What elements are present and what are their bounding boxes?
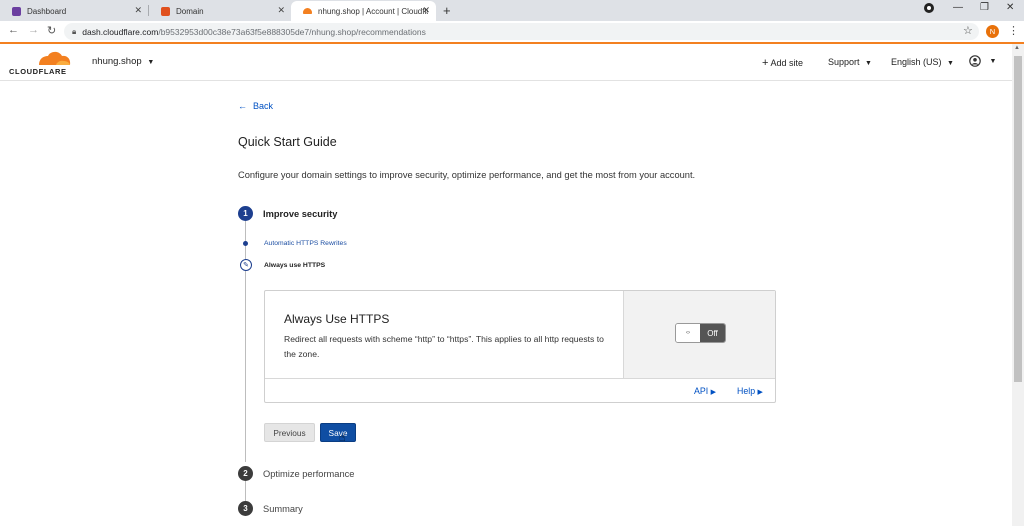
save-button[interactable]: Save <box>320 423 356 442</box>
step-label-optimize-performance[interactable]: Optimize performance <box>263 469 354 479</box>
support-label: Support <box>828 57 860 67</box>
plus-icon: + <box>762 57 769 69</box>
toggle-knob-icon: ‹› <box>676 324 700 342</box>
card-info: Always Use HTTPS Redirect all requests w… <box>265 291 623 378</box>
card-control-panel: ‹› Off <box>623 291 775 378</box>
caret-right-icon: ▶ <box>710 389 717 396</box>
step-number-2: 2 <box>238 466 253 481</box>
window-close-icon[interactable]: ✕ <box>1006 2 1014 13</box>
profile-avatar[interactable]: N <box>986 25 999 38</box>
media-control-icon[interactable] <box>924 3 934 13</box>
step-number-1: 1 <box>238 206 253 221</box>
reload-icon[interactable]: ↻ <box>47 24 56 37</box>
substep-dot <box>243 241 248 246</box>
cloudflare-header: CLOUDFLARE nhung.shop ▼ + Add site Suppo… <box>0 44 1012 81</box>
caret-down-icon: ▼ <box>147 59 155 66</box>
help-label: Help <box>737 386 756 396</box>
tab-label: Dashboard <box>27 6 67 16</box>
step-label-summary[interactable]: Summary <box>263 504 303 514</box>
pencil-edit-icon: ✎ <box>240 259 252 271</box>
browser-tab-bar: Dashboard ✕ Domain ✕ nhung.shop | Accoun… <box>0 0 1024 21</box>
close-tab-icon[interactable]: ✕ <box>134 5 142 16</box>
always-use-https-card: Always Use HTTPS Redirect all requests w… <box>264 290 776 403</box>
back-arrow-icon: ← <box>238 101 247 111</box>
close-tab-icon[interactable]: ✕ <box>277 5 285 16</box>
page-description: Configure your domain settings to improv… <box>238 170 696 180</box>
user-account-icon <box>969 55 981 67</box>
step-number-3: 3 <box>238 501 253 516</box>
url-host: dash.cloudflare.com <box>82 26 159 37</box>
tab-domain[interactable]: Domain ✕ <box>149 1 291 21</box>
back-link[interactable]: ← Back <box>238 101 273 111</box>
help-link[interactable]: Help ▶ <box>737 386 763 396</box>
api-link[interactable]: API ▶ <box>694 386 716 396</box>
language-label: English (US) <box>891 57 942 67</box>
substep-automatic-https-rewrites[interactable]: Automatic HTTPS Rewrites <box>264 240 347 247</box>
address-bar-row: ← → ↻ 🔒︎ dash.cloudflare.com/b9532953d00… <box>0 21 1024 42</box>
api-label: API <box>694 386 709 396</box>
cloudflare-logo[interactable]: CLOUDFLARE <box>9 50 73 76</box>
support-menu[interactable]: Support ▼ <box>828 57 872 67</box>
user-menu[interactable]: ▼ <box>969 55 996 67</box>
logo-text: CLOUDFLARE <box>9 67 67 76</box>
cloud-logo-icon <box>39 51 71 65</box>
new-tab-icon[interactable]: + <box>443 3 451 18</box>
page-title: Quick Start Guide <box>238 135 337 149</box>
lock-icon: 🔒︎ <box>72 26 77 36</box>
caret-down-icon: ▼ <box>865 60 872 67</box>
mouse-pointer-icon: ☝ <box>339 432 346 444</box>
back-label: Back <box>253 101 274 111</box>
tab-label: nhung.shop | Account | Cloudfla <box>318 6 428 16</box>
back-arrow-icon[interactable]: ← <box>8 24 19 36</box>
card-footer: API ▶ Help ▶ <box>265 378 775 403</box>
cloudflare-favicon-icon <box>303 8 312 14</box>
dashboard-favicon-icon <box>12 6 21 16</box>
browser-menu-icon[interactable]: ⋮ <box>1008 24 1019 37</box>
add-site-button[interactable]: + Add site <box>762 57 803 69</box>
step-label-improve-security[interactable]: Improve security <box>263 209 337 219</box>
scrollbar-thumb[interactable] <box>1014 56 1022 382</box>
card-title: Always Use HTTPS <box>284 312 390 326</box>
toggle-state: Off <box>700 324 725 342</box>
url-input[interactable]: 🔒︎ dash.cloudflare.com/b9532953d00c38e73… <box>64 23 979 40</box>
tab-cloudflare[interactable]: nhung.shop | Account | Cloudfla ✕ <box>291 1 436 21</box>
domain-selector[interactable]: nhung.shop ▼ <box>92 56 154 67</box>
always-use-https-toggle[interactable]: ‹› Off <box>675 323 726 343</box>
minimize-icon[interactable]: — <box>953 2 963 13</box>
card-description: Redirect all requests with scheme “http”… <box>284 334 604 359</box>
add-site-label: Add site <box>770 58 803 68</box>
url-path: /b9532953d00c38e73a63f5e888305de7/nhung.… <box>158 26 426 37</box>
bookmark-star-icon[interactable]: ☆ <box>963 24 973 37</box>
stepper-line <box>245 481 246 502</box>
previous-button[interactable]: Previous <box>264 423 315 442</box>
domain-name: nhung.shop <box>92 56 142 67</box>
close-tab-icon[interactable]: ✕ <box>422 5 430 16</box>
tab-label: Domain <box>176 6 204 16</box>
caret-down-icon: ▼ <box>989 58 997 66</box>
scroll-up-arrow-icon[interactable]: ▲ <box>1014 45 1020 51</box>
tab-dashboard[interactable]: Dashboard ✕ <box>0 1 148 21</box>
restore-icon[interactable]: ❐ <box>980 2 989 13</box>
domain-favicon-icon <box>161 6 170 16</box>
forward-arrow-icon[interactable]: → <box>28 24 39 36</box>
language-menu[interactable]: English (US) ▼ <box>891 57 954 67</box>
stepper-line <box>245 221 246 462</box>
caret-down-icon: ▼ <box>947 60 954 67</box>
substep-always-use-https[interactable]: Always use HTTPS <box>264 262 325 269</box>
caret-right-icon: ▶ <box>757 389 763 396</box>
